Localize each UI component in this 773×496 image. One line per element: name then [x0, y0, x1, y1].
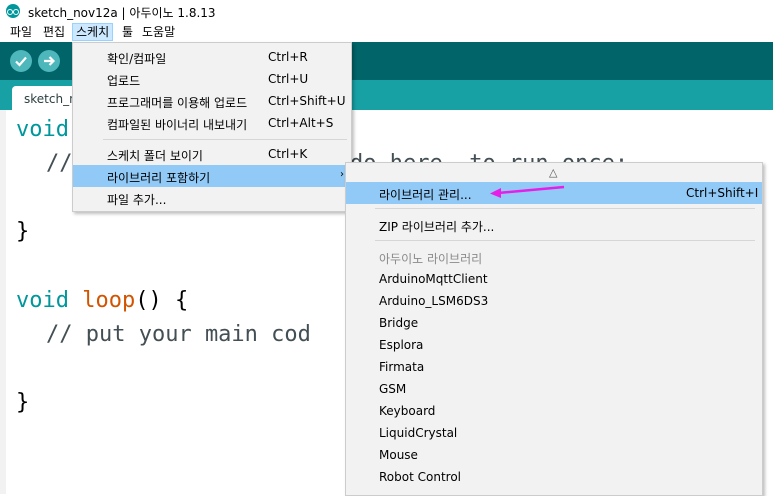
library-item[interactable]: Keyboard [346, 400, 762, 422]
include-library-submenu: △ 라이브러리 관리... Ctrl+Shift+I ZIP 라이브러리 추가.… [345, 162, 763, 496]
menu-separator [103, 139, 347, 140]
annotation-arrow-icon [490, 185, 565, 198]
code-line-1: void [16, 117, 69, 142]
menu-item-add-file[interactable]: 파일 추가... [73, 187, 351, 209]
section-header-label: 아두이노 라이브러리 [379, 252, 483, 266]
menu-item-include-library[interactable]: 라이브러리 포함하기 › [73, 165, 351, 187]
brace: } [16, 390, 30, 415]
verify-icon [15, 56, 27, 67]
library-item[interactable]: Robot Control [346, 466, 762, 488]
menu-item-label: 스케치 폴더 보이기 [107, 149, 203, 163]
menu-item-label: 컴파일된 바이너리 내보내기 [107, 118, 248, 132]
library-label: LiquidCrystal [379, 426, 458, 440]
library-label: Robot Control [379, 470, 461, 484]
library-label: Firmata [379, 360, 425, 374]
menu-file[interactable]: 파일 [7, 24, 35, 40]
menu-item-verify-compile[interactable]: 확인/컴파일 Ctrl+R [73, 46, 351, 68]
library-label: ArduinoMqttClient [379, 272, 488, 286]
menu-item-export-binary[interactable]: 컴파일된 바이너리 내보내기 Ctrl+Alt+S [73, 112, 351, 134]
code-line-2: // [46, 151, 73, 176]
menu-tools[interactable]: 툴 [119, 24, 136, 40]
menu-item-upload-programmer[interactable]: 프로그래머를 이용해 업로드 Ctrl+Shift+U [73, 90, 351, 112]
function-name: loop [82, 288, 136, 313]
verify-button[interactable] [10, 50, 32, 72]
library-label: Arduino_LSM6DS3 [379, 294, 489, 308]
library-item[interactable]: GSM [346, 378, 762, 400]
arduino-logo-icon [6, 4, 20, 18]
code-line-6: } [16, 390, 29, 415]
scroll-up-icon[interactable]: △ [549, 166, 557, 179]
library-item[interactable]: ArduinoMqttClient [346, 268, 762, 290]
library-item[interactable]: Bridge [346, 312, 762, 334]
window-title: sketch_nov12a | 아두이노 1.8.13 [28, 6, 216, 20]
menu-section-header: 아두이노 라이브러리 [346, 246, 762, 268]
menu-item-shortcut: Ctrl+Shift+I [686, 186, 759, 200]
menu-separator [375, 208, 755, 209]
menu-help[interactable]: 도움말 [139, 24, 178, 40]
library-label: Bridge [379, 316, 419, 330]
library-item[interactable]: Firmata [346, 356, 762, 378]
tab-label: sketch_n [24, 92, 77, 106]
code-line-3: } [16, 219, 29, 244]
library-label: Keyboard [379, 404, 436, 418]
menu-edit[interactable]: 편집 [40, 24, 68, 40]
menu-item-shortcut: Ctrl+K [268, 147, 308, 161]
library-label: Mouse [379, 448, 418, 462]
library-label: Esplora [379, 338, 424, 352]
menu-item-label: 라이브러리 포함하기 [107, 171, 211, 185]
menu-bar: 파일 편집 스케치 툴 도움말 [0, 22, 773, 42]
menu-item-show-sketch-folder[interactable]: 스케치 폴더 보이기 Ctrl+K [73, 143, 351, 165]
menu-item-label: 확인/컴파일 [107, 52, 167, 66]
keyword: void [16, 288, 69, 313]
comment: // [46, 151, 73, 176]
menu-item-shortcut: Ctrl+Alt+S [268, 116, 334, 130]
code-line-4: void loop() { [16, 288, 188, 313]
sketch-menu-dropdown: 확인/컴파일 Ctrl+R 업로드 Ctrl+U 프로그래머를 이용해 업로드 … [72, 42, 352, 212]
menu-item-label: 업로드 [107, 74, 141, 88]
menu-item-shortcut: Ctrl+U [268, 72, 309, 86]
menu-item-shortcut: Ctrl+Shift+U [268, 94, 346, 108]
keyword: void [16, 117, 69, 142]
comment: // put your main cod [46, 322, 311, 347]
library-item[interactable]: Esplora [346, 334, 762, 356]
menu-item-label: 라이브러리 관리... [379, 188, 472, 202]
upload-icon [44, 56, 56, 66]
menu-item-add-zip-library[interactable]: ZIP 라이브러리 추가... [346, 214, 762, 236]
menu-item-label: 프로그래머를 이용해 업로드 [107, 96, 248, 110]
menu-item-shortcut: Ctrl+R [268, 50, 308, 64]
title-bar: sketch_nov12a | 아두이노 1.8.13 [0, 0, 773, 22]
menu-item-label: ZIP 라이브러리 추가... [379, 220, 495, 234]
library-label: GSM [379, 382, 407, 396]
library-item[interactable]: Mouse [346, 444, 762, 466]
library-item[interactable]: LiquidCrystal [346, 422, 762, 444]
menu-separator [375, 240, 755, 241]
upload-button[interactable] [38, 50, 60, 72]
code-rest: () { [135, 288, 189, 313]
code-line-5: // put your main cod [46, 322, 311, 347]
menu-item-upload[interactable]: 업로드 Ctrl+U [73, 68, 351, 90]
menu-sketch[interactable]: 스케치 [72, 23, 114, 41]
brace: } [16, 219, 30, 244]
submenu-arrow-icon: › [340, 169, 344, 180]
menu-item-label: 파일 추가... [107, 193, 167, 207]
library-item[interactable]: Arduino_LSM6DS3 [346, 290, 762, 312]
